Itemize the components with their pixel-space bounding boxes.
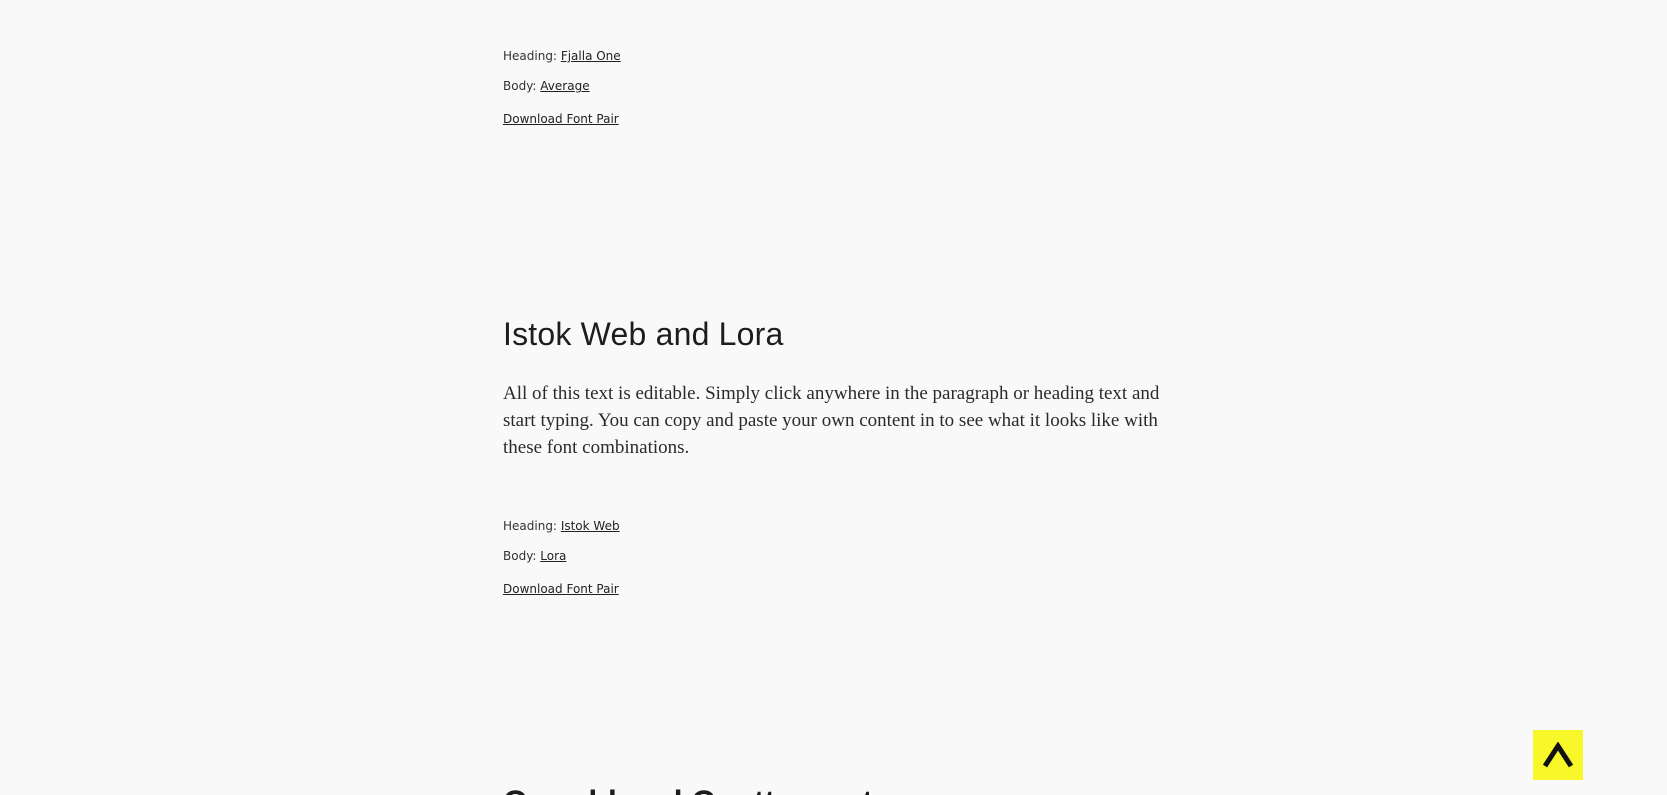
pair2-download-link[interactable]: Download Font Pair — [503, 582, 619, 596]
pair2-heading-font-link[interactable]: Istok Web — [561, 519, 620, 533]
pair2-body-label: Body: — [503, 549, 537, 563]
pair1-body-label: Body: — [503, 79, 537, 93]
pair2-title[interactable]: Istok Web and Lora — [503, 316, 1183, 353]
pair2-body-wrap: All of this text is editable. Simply cli… — [503, 380, 1183, 461]
pair2-body-text[interactable]: All of this text is editable. Simply cli… — [503, 380, 1183, 461]
pair1-body-meta: Body: Average — [503, 78, 1183, 94]
pair1-meta: Heading: Fjalla One Body: Average Downlo… — [503, 48, 1183, 127]
pair1-body-font-link[interactable]: Average — [540, 79, 589, 93]
pair3-title[interactable]: Oswald and Quattrocento — [503, 786, 1183, 795]
pair1-download-link[interactable]: Download Font Pair — [503, 112, 619, 126]
pair2-heading-label: Heading: — [503, 519, 557, 533]
pair2-meta: Heading: Istok Web Body: Lora Download F… — [503, 518, 1183, 597]
pair1-heading-label: Heading: — [503, 49, 557, 63]
caret-up-icon — [1543, 742, 1573, 768]
pair2-heading-meta: Heading: Istok Web — [503, 518, 1183, 534]
pair3-section: Oswald and Quattrocento — [503, 786, 1183, 795]
scroll-to-top-button[interactable] — [1533, 730, 1583, 780]
pair1-heading-font-link[interactable]: Fjalla One — [561, 49, 621, 63]
pair2-body-meta: Body: Lora — [503, 548, 1183, 564]
pair1-heading-meta: Heading: Fjalla One — [503, 48, 1183, 64]
pair2-body-font-link[interactable]: Lora — [540, 549, 566, 563]
pair2-section: Istok Web and Lora — [503, 316, 1183, 353]
